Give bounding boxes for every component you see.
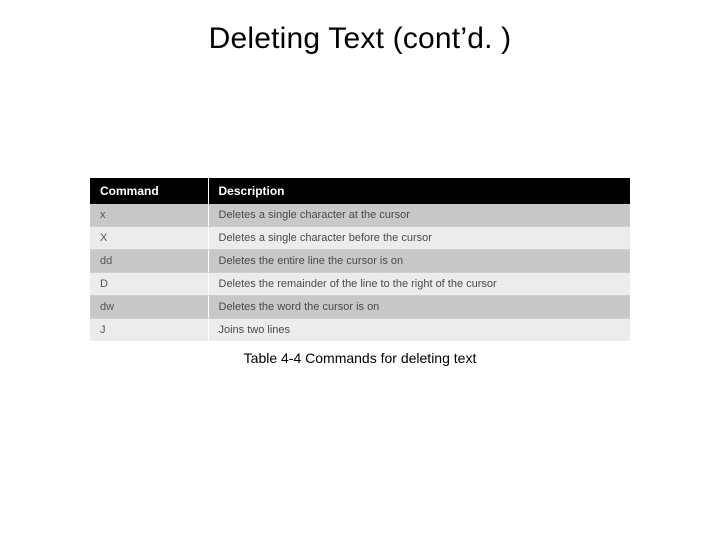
- slide: Deleting Text (cont’d. ) Command Descrip…: [0, 0, 720, 540]
- table-caption: Table 4‑4 Commands for deleting text: [0, 350, 720, 366]
- command-table: Command Description x Deletes a single c…: [90, 178, 630, 341]
- cell-command: D: [90, 273, 208, 296]
- cell-command: X: [90, 227, 208, 250]
- table-row: x Deletes a single character at the curs…: [90, 204, 630, 227]
- cell-description: Deletes a single character before the cu…: [208, 227, 630, 250]
- cell-command: dd: [90, 250, 208, 273]
- cell-command: x: [90, 204, 208, 227]
- table-row: dd Deletes the entire line the cursor is…: [90, 250, 630, 273]
- table-row: D Deletes the remainder of the line to t…: [90, 273, 630, 296]
- table-row: J Joins two lines: [90, 319, 630, 342]
- header-description: Description: [208, 178, 630, 204]
- cell-description: Deletes a single character at the cursor: [208, 204, 630, 227]
- page-title: Deleting Text (cont’d. ): [0, 22, 720, 56]
- table-header-row: Command Description: [90, 178, 630, 204]
- command-table-wrap: Command Description x Deletes a single c…: [90, 178, 630, 341]
- cell-command: dw: [90, 296, 208, 319]
- cell-description: Joins two lines: [208, 319, 630, 342]
- cell-description: Deletes the word the cursor is on: [208, 296, 630, 319]
- table-row: dw Deletes the word the cursor is on: [90, 296, 630, 319]
- cell-description: Deletes the entire line the cursor is on: [208, 250, 630, 273]
- table-row: X Deletes a single character before the …: [90, 227, 630, 250]
- header-command: Command: [90, 178, 208, 204]
- cell-description: Deletes the remainder of the line to the…: [208, 273, 630, 296]
- cell-command: J: [90, 319, 208, 342]
